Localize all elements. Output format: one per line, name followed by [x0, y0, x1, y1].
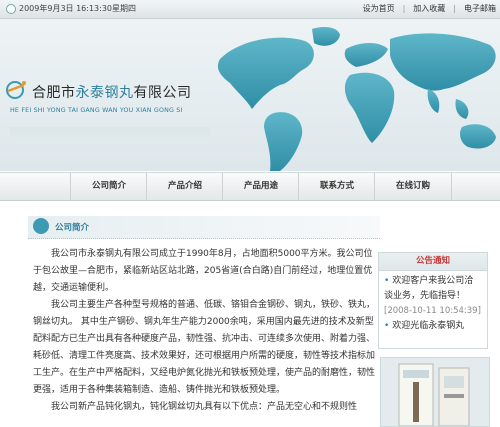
section-title: 公司简介 — [55, 223, 90, 233]
company-name: 合肥市永泰钢丸有限公司 — [32, 82, 192, 102]
bullet-icon: • — [384, 276, 390, 286]
intro-paragraph: 我公司主要生产各种型号规格的普通、低碳、铬钼合金钢砂、钢丸，铁砂、铁丸，钢丝切丸… — [33, 300, 376, 395]
notice-text[interactable]: 欢迎客户来我公司洽谈业务，先临指导！ — [384, 276, 473, 301]
product-image[interactable] — [380, 357, 490, 427]
notice-title: 公告通知 — [379, 253, 487, 271]
section-bullet-icon — [33, 218, 49, 234]
top-bar: 2009年9月3日 16:13:30星期四 设为首页 | 加入收藏 | 电子邮箱 — [0, 0, 500, 19]
nav-item-applications[interactable]: 产品用途 — [222, 173, 299, 200]
notice-list: • 欢迎客户来我公司洽谈业务，先临指导！ [2008-10-11 10:54:3… — [379, 271, 487, 347]
datetime-display: 2009年9月3日 16:13:30星期四 — [6, 3, 136, 14]
notice-item[interactable]: • 欢迎光临永泰钢丸 — [384, 319, 482, 334]
notice-panel: 公告通知 • 欢迎客户来我公司洽谈业务，先临指导！ [2008-10-11 10… — [378, 252, 488, 349]
nav-item-contact[interactable]: 联系方式 — [298, 173, 375, 200]
company-logo-icon — [6, 81, 26, 99]
set-homepage-link[interactable]: 设为首页 — [363, 4, 395, 13]
header-banner: 合肥市永泰钢丸有限公司 HE FEI SHI YONG TAI GANG WAN… — [0, 19, 500, 171]
company-name-prefix: 合肥市 — [32, 85, 76, 101]
datetime-text: 2009年9月3日 16:13:30星期四 — [19, 4, 137, 13]
notice-item[interactable]: • 欢迎客户来我公司洽谈业务，先临指导！ [2008-10-11 10:54:3… — [384, 274, 482, 319]
main-nav: 公司简介 产品介绍 产品用途 联系方式 在线订购 — [0, 172, 500, 201]
intro-paragraph: 我公司市永泰钢丸有限公司成立于1990年8月，占地面积5000平方米。我公司位于… — [33, 249, 373, 293]
intro-paragraph: 我公司新产品钝化钢丸，钝化钢丝切丸具有以下优点：产品无空心和不规则性 — [51, 402, 358, 412]
bullet-icon: • — [384, 321, 390, 331]
logo-reflection — [10, 127, 210, 141]
company-name-english: HE FEI SHI YONG TAI GANG WAN YOU XIAN GO… — [10, 107, 183, 114]
company-name-highlight: 永泰钢丸 — [75, 85, 134, 101]
nav-item-company-profile[interactable]: 公司简介 — [70, 173, 147, 200]
notice-text[interactable]: 欢迎光临永泰钢丸 — [392, 321, 464, 331]
email-link[interactable]: 电子邮箱 — [464, 4, 496, 13]
add-favorite-link[interactable]: 加入收藏 — [413, 4, 445, 13]
clock-icon — [6, 3, 16, 14]
company-name-suffix: 有限公司 — [133, 85, 192, 101]
notice-timestamp: [2008-10-11 10:54:39] — [384, 306, 481, 316]
top-links: 设为首页 | 加入收藏 | 电子邮箱 — [362, 4, 496, 13]
product-equipment-graphic — [381, 358, 489, 426]
nav-item-products[interactable]: 产品介绍 — [146, 173, 223, 200]
company-intro-content: 我公司市永泰钢丸有限公司成立于1990年8月，占地面积5000平方米。我公司位于… — [33, 246, 378, 416]
world-map-graphic — [217, 27, 496, 171]
nav-item-online-order[interactable]: 在线订购 — [374, 173, 452, 200]
